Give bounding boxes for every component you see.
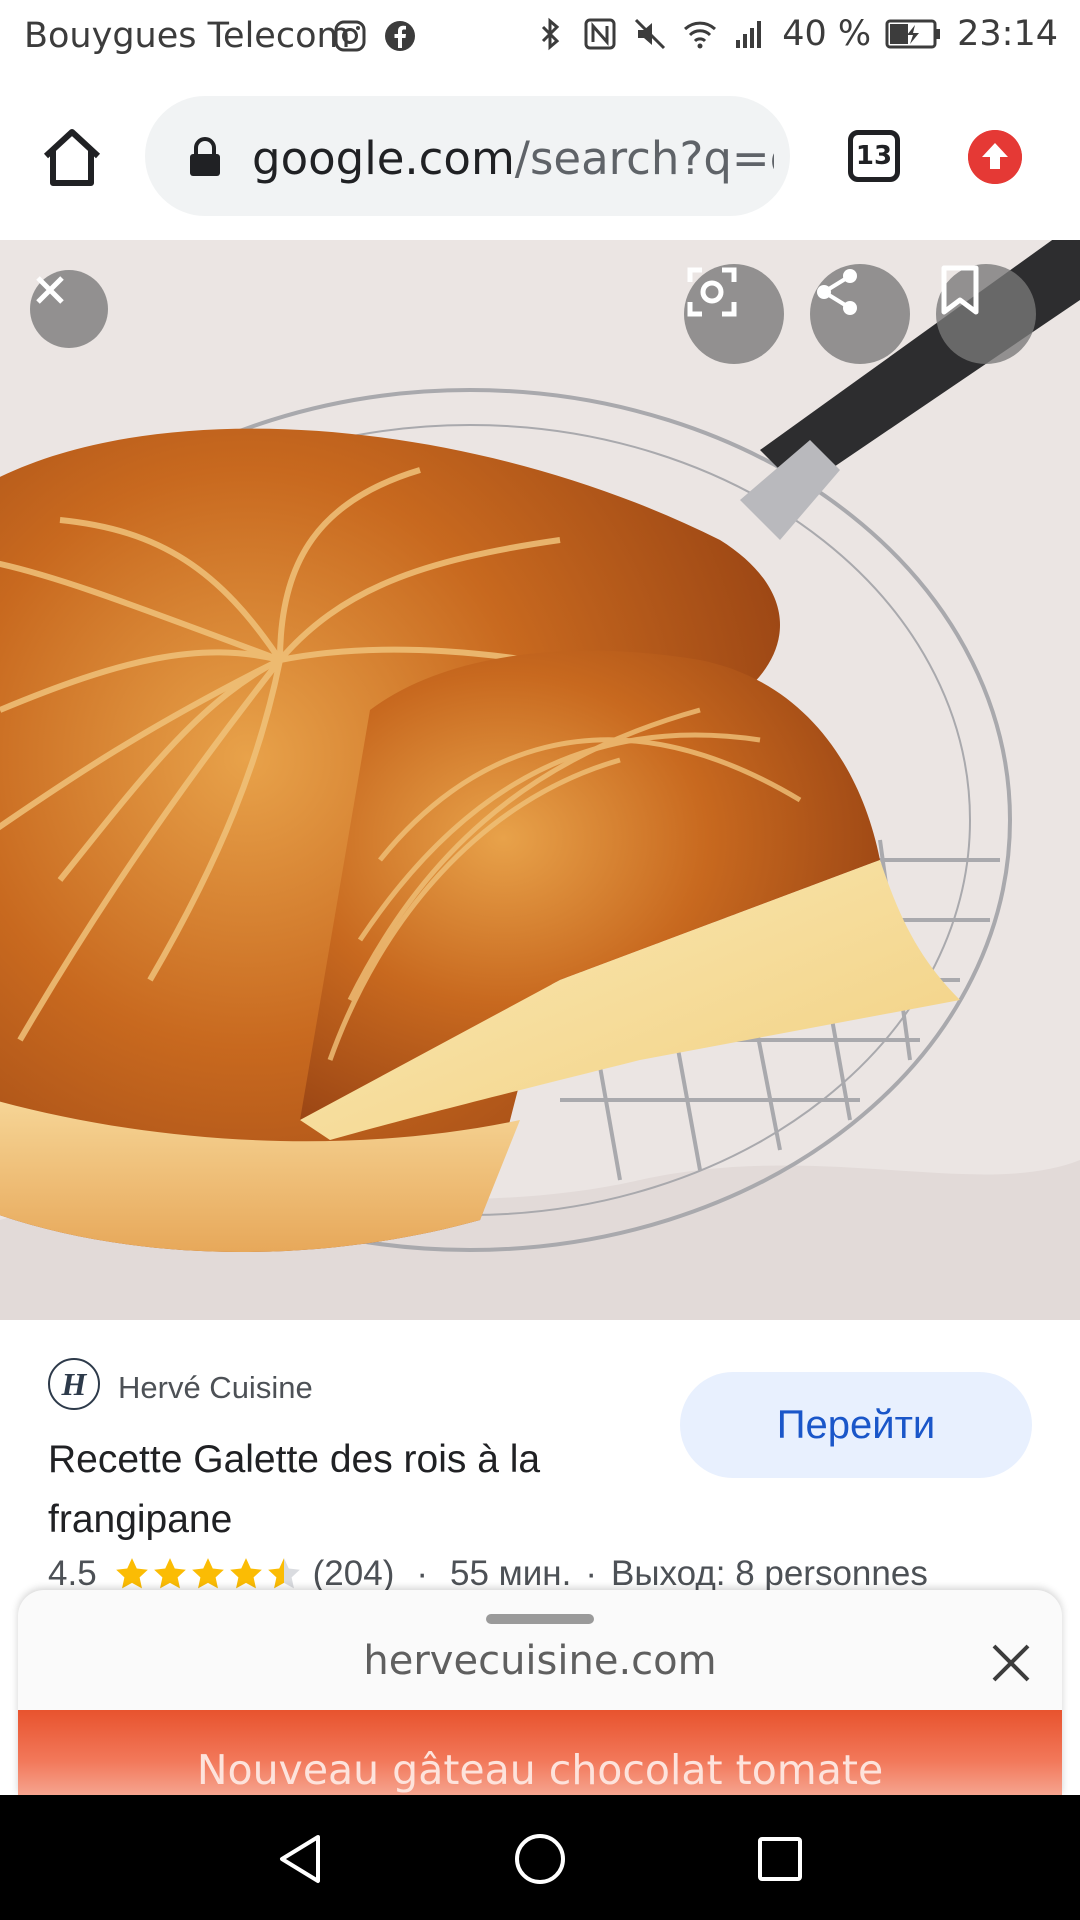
promo-text: Nouveau gâteau chocolat tomate [196,1746,884,1794]
drag-handle[interactable] [486,1614,594,1624]
update-icon[interactable] [968,130,1022,184]
recents-icon[interactable] [752,1831,808,1887]
tab-switcher-button[interactable]: 13 [848,130,900,182]
star-icon [153,1558,186,1589]
home-nav-icon[interactable] [512,1831,568,1887]
result-image[interactable] [0,240,1080,1320]
svg-text:H: H [61,1366,88,1402]
rating-stars [113,1555,303,1593]
instagram-icon [334,20,366,52]
url-text: google.com/search?q=g [252,132,774,185]
source-name[interactable]: Hervé Cuisine [118,1370,313,1406]
separator: · [585,1554,598,1593]
system-nav-bar [0,1795,1080,1920]
site-preview-sheet[interactable]: hervecuisine.com Nouveau gâteau chocolat… [18,1590,1062,1795]
facebook-icon [385,21,415,51]
review-count: (204) [312,1554,395,1593]
star-icon [115,1558,148,1589]
cook-time: 55 мин. [450,1554,572,1593]
bookmark-icon [941,265,979,315]
rating-row: 4.5 (204) · 55 мин. · Выход: 8 personnes [48,1554,928,1594]
share-button[interactable] [810,264,910,364]
lens-icon [687,267,737,317]
browser-toolbar: google.com/search?q=g 13 [0,76,1080,241]
half-star-icon [267,1558,300,1589]
url-bar[interactable]: google.com/search?q=g [145,96,790,216]
star-icon [191,1558,224,1589]
signal-icon [736,21,762,48]
sheet-domain: hervecuisine.com [363,1638,717,1684]
recipe-yield: Выход: 8 personnes [611,1554,928,1593]
battery-charging-icon [885,19,941,49]
bluetooth-icon [542,17,560,51]
wifi-icon [684,21,717,49]
lens-button[interactable] [684,264,784,364]
galette-photo [0,240,1080,1320]
carrier-name: Bouygues Telecom [24,16,351,56]
battery-percent: 40 % [782,14,872,54]
close-image-button[interactable] [30,270,108,348]
url-path: /search?q=g [514,132,774,185]
result-title[interactable]: Recette Galette des rois à la frangipane [48,1430,648,1550]
mute-icon [635,18,666,50]
close-icon [36,276,64,304]
herve-cuisine-logo: H [48,1358,100,1410]
star-icon [229,1558,262,1589]
home-icon[interactable] [38,124,106,192]
nfc-icon [584,18,616,50]
status-bar: Bouygues Telecom 40 % 23:14 [0,0,1080,76]
clock: 23:14 [957,14,1058,54]
goto-button[interactable]: Перейти [680,1372,1032,1478]
bookmark-button[interactable] [936,264,1036,364]
url-host: google.com [252,132,515,185]
lock-icon [190,137,220,176]
rating-value: 4.5 [48,1554,97,1593]
result-info: H Hervé Cuisine Перейти Recette Galette … [0,1320,1080,1593]
promo-banner[interactable]: Nouveau gâteau chocolat tomate [18,1710,1062,1795]
close-icon[interactable] [986,1638,1036,1688]
back-icon[interactable] [272,1831,328,1887]
separator: · [416,1554,429,1593]
share-icon [817,269,857,315]
